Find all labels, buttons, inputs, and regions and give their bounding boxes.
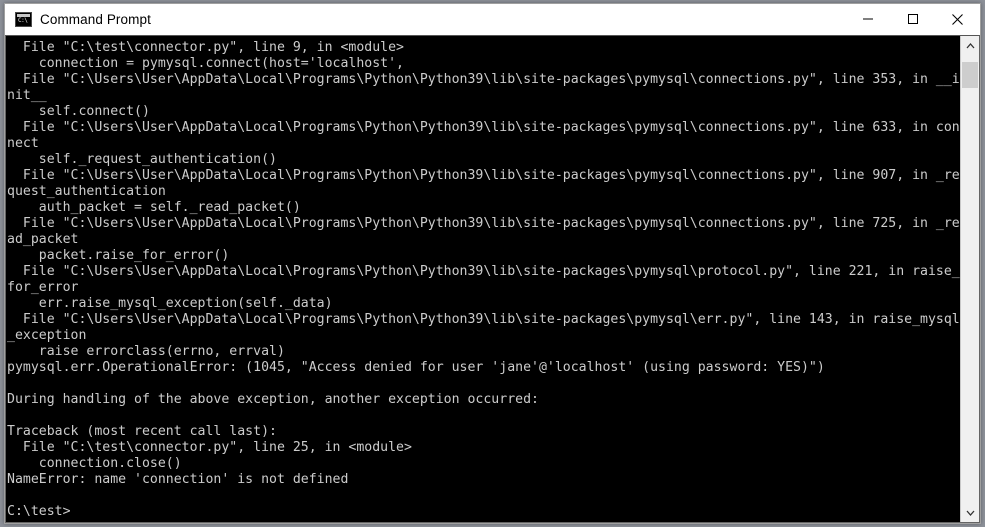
console-area[interactable]: File "C:\test\connector.py", line 9, in … [5, 35, 980, 523]
minimize-button[interactable] [845, 4, 890, 34]
scrollbar-track[interactable] [961, 55, 979, 503]
scroll-up-button[interactable] [961, 36, 979, 55]
window-controls [845, 4, 980, 34]
console-icon [15, 11, 32, 27]
title-bar[interactable]: Command Prompt [5, 4, 980, 35]
console-screen[interactable]: File "C:\test\connector.py", line 9, in … [6, 36, 960, 522]
console-scrollbar[interactable] [960, 36, 979, 522]
console-output: File "C:\test\connector.py", line 9, in … [7, 40, 960, 519]
maximize-button[interactable] [890, 4, 935, 34]
maximize-icon [907, 14, 918, 24]
close-icon [952, 13, 963, 25]
minimize-icon [862, 18, 873, 20]
chevron-down-icon [966, 510, 974, 516]
window-title: Command Prompt [40, 11, 151, 27]
chevron-up-icon [966, 42, 974, 48]
scrollbar-thumb[interactable] [962, 62, 978, 88]
close-button[interactable] [935, 4, 980, 34]
scroll-down-button[interactable] [961, 503, 979, 522]
command-prompt-window[interactable]: Command Prompt File "C:\test\ [4, 3, 981, 524]
